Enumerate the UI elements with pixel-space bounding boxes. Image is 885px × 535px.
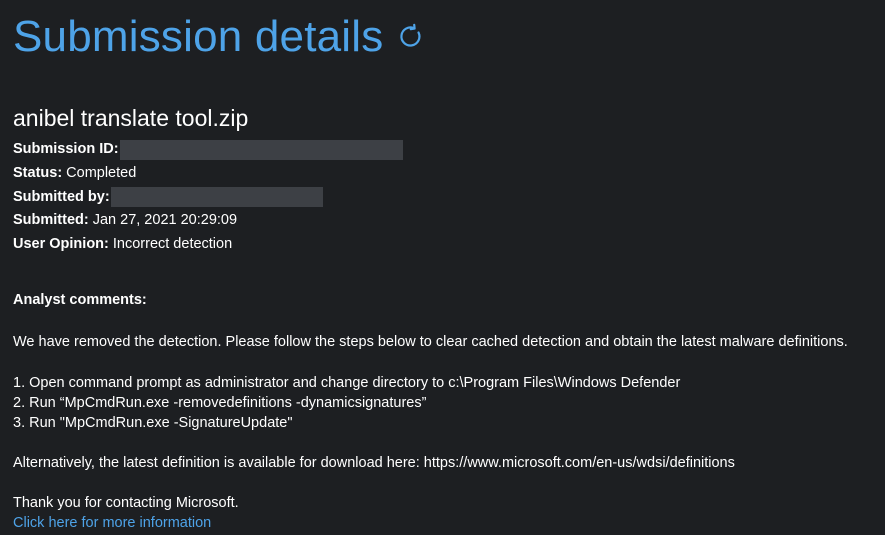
submission-fields: Submission ID: Status: Completed Submitt… — [13, 138, 885, 257]
step-item: 1. Open command prompt as administrator … — [13, 374, 681, 391]
analyst-intro: We have removed the detection. Please fo… — [13, 333, 848, 350]
submitted-value: Jan 27, 2021 20:29:09 — [92, 212, 238, 229]
more-info-link[interactable]: Click here for more information — [13, 513, 211, 533]
submission-id-label: Submission ID: — [13, 141, 119, 157]
user-opinion-label: User Opinion: — [13, 236, 109, 253]
title-row: Submission details — [13, 0, 885, 73]
submitted-label: Submitted: — [13, 212, 89, 229]
status-label: Status: — [13, 164, 63, 181]
submitted-by-redacted — [110, 187, 323, 208]
field-submitted-by: Submitted by: — [13, 186, 885, 210]
analyst-comments-heading: Analyst comments: — [13, 291, 147, 308]
status-value: Completed — [66, 164, 137, 181]
step-item: 3. Run "MpCmdRun.exe -SignatureUpdate" — [13, 414, 293, 431]
submitted-by-label: Submitted by: — [13, 188, 110, 205]
analyst-steps: 1. Open command prompt as administrator … — [13, 373, 885, 433]
user-opinion-value: Incorrect detection — [112, 236, 233, 253]
page-title: Submission details — [13, 12, 384, 61]
analyst-thanks: Thank you for contacting Microsoft. — [13, 494, 239, 511]
file-name: anibel translate tool.zip — [13, 105, 249, 131]
submission-id-redacted — [119, 139, 403, 160]
field-submitted: Submitted: Jan 27, 2021 20:29:09 — [13, 209, 885, 233]
step-item: 2. Run “MpCmdRun.exe -removedefinitions … — [13, 394, 427, 411]
field-status: Status: Completed — [13, 162, 885, 186]
submission-details-page: Submission details anibel translate tool… — [0, 0, 885, 535]
analyst-alternative: Alternatively, the latest definition is … — [13, 454, 735, 471]
field-submission-id: Submission ID: — [13, 138, 885, 162]
refresh-icon[interactable] — [397, 23, 425, 51]
field-user-opinion: User Opinion: Incorrect detection — [13, 233, 885, 257]
